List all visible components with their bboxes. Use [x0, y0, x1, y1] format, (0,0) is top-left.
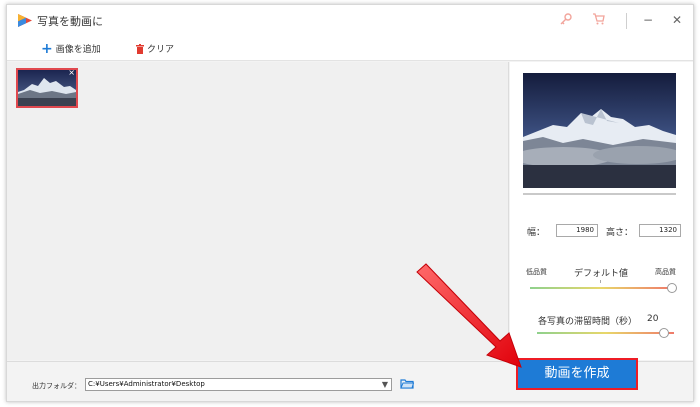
- key-icon[interactable]: [559, 12, 573, 26]
- output-folder-label: 出力フォルダ：: [32, 382, 81, 390]
- quality-high-label: 高品質: [655, 268, 676, 276]
- quality-default-tick: [600, 280, 601, 283]
- clear-label: クリア: [147, 45, 175, 55]
- window-title: 写真を動画に: [37, 15, 103, 28]
- titlebar-divider: [626, 13, 627, 29]
- clear-button[interactable]: クリア: [136, 42, 174, 55]
- app-window: 写真を動画に − ✕ + 画像を追加 クリア × 幅： 1980 高さ： 132…: [6, 4, 694, 402]
- quality-low-label: 低品質: [526, 268, 547, 276]
- quality-slider-track[interactable]: [530, 287, 672, 289]
- duration-slider-track[interactable]: [537, 332, 674, 334]
- height-input[interactable]: 1320: [639, 224, 681, 237]
- close-button[interactable]: ✕: [666, 10, 688, 30]
- height-label: 高さ：: [606, 228, 634, 238]
- duration-slider-thumb[interactable]: [659, 328, 670, 338]
- quality-default-label: デフォルト値: [574, 269, 629, 279]
- preview-progress-bar[interactable]: [523, 193, 676, 195]
- duration-label: 各写真の滞留時間（秒）: [538, 317, 638, 327]
- width-input[interactable]: 1980: [556, 224, 598, 237]
- output-folder-path: C:¥Users¥Administrator¥Desktop: [88, 380, 205, 388]
- title-bar: 写真を動画に − ✕: [7, 5, 693, 35]
- minimize-button[interactable]: −: [637, 10, 659, 30]
- preview-image: [523, 73, 676, 188]
- settings-panel: 幅： 1980 高さ： 1320 低品質 デフォルト値 高品質 各写真の滞留時間…: [510, 62, 693, 360]
- remove-image-icon[interactable]: ×: [68, 70, 75, 77]
- trash-icon: [136, 43, 144, 54]
- output-folder-select[interactable]: C:¥Users¥Administrator¥Desktop ▼: [85, 378, 392, 391]
- toolbar: + 画像を追加 クリア: [7, 35, 693, 61]
- create-video-button[interactable]: 動画を作成: [516, 358, 638, 390]
- mountain-photo: [18, 70, 76, 106]
- quality-slider-thumb[interactable]: [667, 283, 677, 293]
- chevron-down-icon[interactable]: ▼: [380, 379, 390, 390]
- duration-value: 20: [647, 314, 659, 324]
- width-label: 幅：: [527, 228, 546, 238]
- app-logo-icon: [18, 14, 32, 27]
- cart-icon[interactable]: [592, 12, 606, 26]
- image-thumbnail[interactable]: ×: [16, 68, 78, 108]
- add-image-label: 画像を追加: [55, 45, 101, 55]
- image-list-area[interactable]: ×: [7, 62, 509, 360]
- folder-icon[interactable]: [400, 378, 414, 389]
- add-image-button[interactable]: + 画像を追加: [41, 40, 101, 57]
- plus-icon: +: [41, 40, 53, 57]
